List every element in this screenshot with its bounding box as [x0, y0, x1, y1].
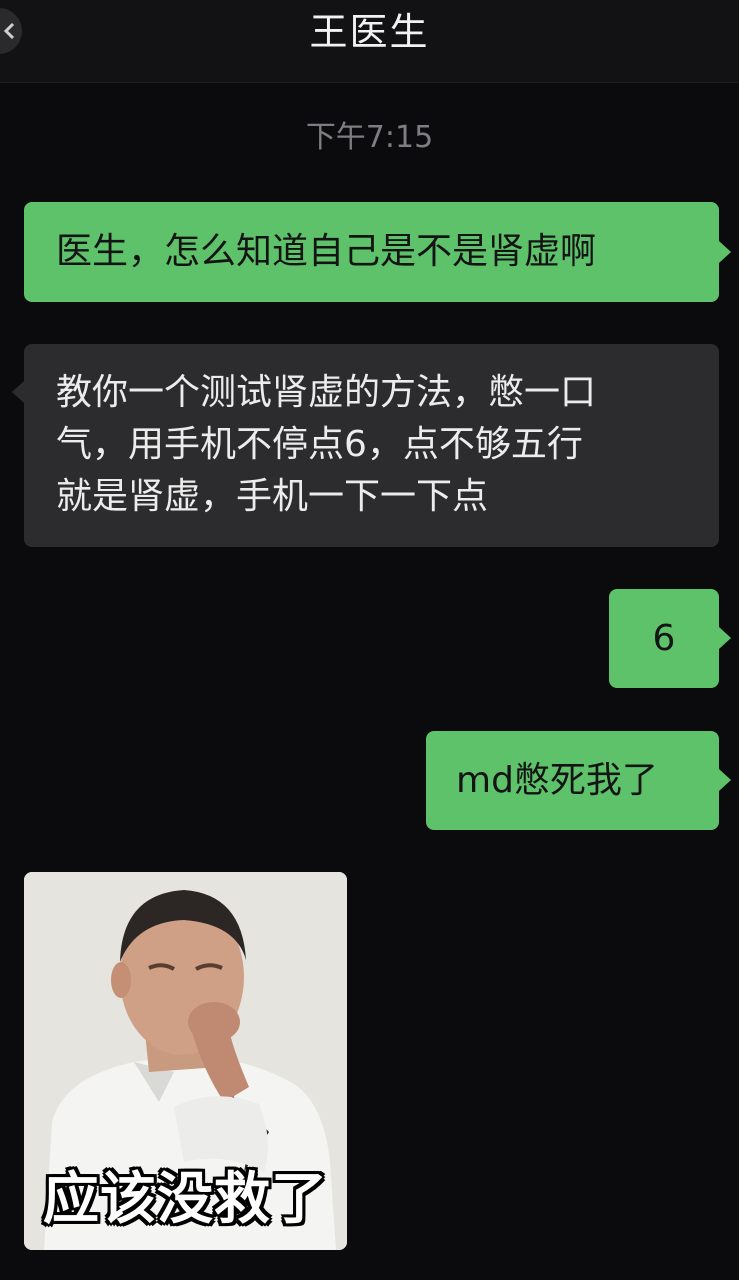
message-text-line: 就是肾虚，手机一下一下点 — [56, 476, 489, 517]
bubble-tail — [719, 627, 731, 649]
bubble-tail — [12, 381, 24, 403]
bubble-tail — [719, 769, 731, 791]
incoming-message[interactable]: 教你一个测试肾虚的方法，憋一口 气，用手机不停点6，点不够五行 就是肾虚，手机一… — [12, 344, 719, 547]
message-timestamp: 下午7:15 — [305, 120, 434, 155]
message-text: 6 — [652, 618, 676, 659]
message-text: md憋死我了 — [456, 760, 658, 801]
bubble-tail — [719, 241, 731, 263]
message-text-line: 教你一个测试肾虚的方法，憋一口 — [56, 372, 597, 413]
outgoing-message[interactable]: 医生，怎么知道自己是不是肾虚啊 — [24, 202, 731, 302]
chat-title: 王医生 — [309, 10, 430, 54]
sticker-caption: 应该没救了 — [43, 1167, 328, 1232]
chat-header: 王医生 — [0, 0, 739, 83]
outgoing-message[interactable]: md憋死我了 — [426, 731, 731, 830]
message-text: 医生，怎么知道自己是不是肾虚啊 — [56, 231, 597, 272]
outgoing-message[interactable]: 6 — [609, 589, 731, 688]
sticker-message[interactable]: 应该没救了 — [24, 872, 347, 1250]
message-text-line: 气，用手机不停点6，点不够五行 — [56, 424, 583, 465]
